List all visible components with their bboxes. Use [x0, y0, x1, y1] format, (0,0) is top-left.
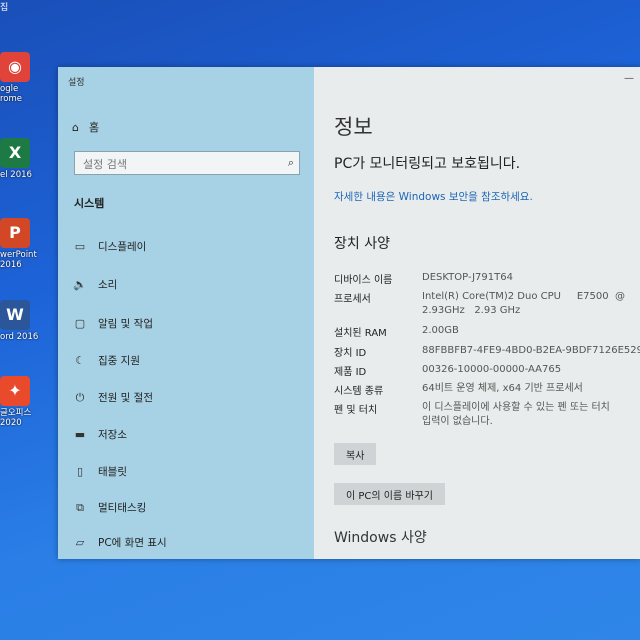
- home-icon: ⌂: [72, 120, 79, 134]
- device-spec-heading: 장치 사양: [334, 236, 390, 252]
- spec-value: 이 디스플레이에 사용할 수 있는 펜 또는 터치 입력이 없습니다.: [422, 402, 610, 427]
- rename-pc-button[interactable]: 이 PC의 이름 바꾸기: [334, 483, 445, 505]
- spec-value: 88FBBFB7-4FE9-4BD0-B2EA-9BDF7126E529: [422, 345, 640, 356]
- desktop-shortcut-label: ord 2016: [0, 332, 39, 342]
- section-label: 시스템: [74, 197, 105, 210]
- speaker-icon: 🔈: [73, 278, 87, 291]
- chrome-icon: ◉: [0, 52, 30, 82]
- office-icon: ✦: [0, 376, 30, 406]
- protection-status: PC가 모니터링되고 보호됩니다.: [334, 156, 521, 172]
- powerpoint-icon: P: [0, 218, 30, 248]
- nav-item-label: PC에 화면 표시: [98, 537, 167, 549]
- nav-item-label: 집중 지원: [98, 355, 140, 367]
- windows-security-link[interactable]: 자세한 내용은 Windows 보안을 참조하세요.: [334, 189, 533, 204]
- desktop-shortcut[interactable]: PwerPoint 2016: [0, 218, 44, 270]
- spec-key: 프로세서: [334, 294, 371, 305]
- excel-icon: X: [0, 138, 30, 168]
- spec-key: 제품 ID: [334, 367, 367, 378]
- spec-key: 디바이스 이름: [334, 275, 393, 286]
- home-label: 홈: [88, 121, 100, 134]
- settings-sidebar: 설정 ⌂ 홈 ⌕ 시스템 ▭ 디스플레이 🔈 소리 ▢ 알림 및 작업 ☾ 집중 지원 ⏻ 전원 …: [58, 67, 314, 559]
- spec-value: 2.00GB: [422, 325, 459, 336]
- settings-window: 설정 ⌂ 홈 ⌕ 시스템 ▭ 디스플레이 🔈 소리 ▢ 알림 및 작업 ☾ 집중 지원 ⏻ 전원 …: [58, 67, 640, 559]
- search-input[interactable]: [81, 153, 275, 175]
- nav-item[interactable]: 🔈 소리: [72, 277, 117, 292]
- desktop-shortcut-label: werPoint 2016: [0, 250, 37, 270]
- desktop-shortcut[interactable]: ✦ 글오피스 2020: [0, 376, 44, 428]
- power-icon: ⏻: [75, 390, 85, 404]
- nav-item-label: 알림 및 작업: [98, 318, 153, 330]
- nav-item-label: 멀티태스킹: [98, 502, 147, 514]
- minimize-icon[interactable]: —: [624, 73, 634, 84]
- nav-item-label: 소리: [98, 279, 118, 291]
- page-title: 정보: [334, 115, 373, 139]
- tablet-icon: ▯: [76, 465, 84, 478]
- notification-icon: ▢: [74, 317, 86, 330]
- spec-key: 펜 및 터치: [334, 405, 378, 416]
- desktop-shortcut[interactable]: Xel 2016: [0, 138, 44, 180]
- spec-value: 00326-10000-00000-AA765: [422, 364, 562, 375]
- word-icon: W: [0, 300, 30, 330]
- about-panel: — 정보 PC가 모니터링되고 보호됩니다. 자세한 내용은 Windows 보…: [314, 67, 640, 559]
- search-icon[interactable]: ⌕: [288, 156, 294, 170]
- desktop-shortcut-label: 글오피스 2020: [0, 408, 32, 428]
- nav-item-label: 저장소: [98, 429, 127, 441]
- desktop-shortcut-label: el 2016: [0, 170, 32, 180]
- nav-item-label: 디스플레이: [98, 241, 147, 253]
- nav-item[interactable]: ▬ 저장소: [72, 427, 127, 442]
- nav-item[interactable]: ⏻ 전원 및 절전: [72, 390, 153, 405]
- display-icon: ▭: [74, 240, 86, 253]
- nav-item[interactable]: ▯ 태블릿: [72, 464, 127, 479]
- nav-item[interactable]: ⧉ 멀티태스킹: [72, 500, 146, 515]
- spec-value: DESKTOP-J791T64: [422, 272, 513, 283]
- spec-value: 64비트 운영 체제, x64 기반 프로세서: [422, 383, 583, 394]
- moon-icon: ☾: [75, 354, 85, 367]
- spec-key: 장치 ID: [334, 348, 367, 359]
- nav-item[interactable]: ▭ 디스플레이: [72, 239, 147, 254]
- desktop-shortcut[interactable]: ◉ ogle rome: [0, 52, 44, 104]
- desktop-label: 집: [0, 3, 9, 13]
- spec-value: Intel(R) Core(TM)2 Duo CPU E7500 @ 2.93G…: [422, 291, 625, 316]
- app-title: 설정: [68, 78, 85, 88]
- multitask-icon: ⧉: [76, 500, 84, 514]
- copy-button[interactable]: 복사: [334, 443, 377, 465]
- desktop-shortcut[interactable]: Word 2016: [0, 300, 44, 342]
- search-box[interactable]: ⌕: [74, 151, 300, 175]
- desktop-shortcut-label: ogle rome: [0, 84, 23, 104]
- nav-item-label: 태블릿: [98, 466, 127, 478]
- nav-item-label: 전원 및 절전: [98, 392, 153, 404]
- storage-icon: ▬: [74, 428, 86, 441]
- nav-item[interactable]: ☾ 집중 지원: [72, 353, 140, 368]
- spec-key: 시스템 종류: [334, 386, 384, 397]
- home-nav-item[interactable]: ⌂ 홈: [72, 119, 99, 135]
- nav-item[interactable]: ▢ 알림 및 작업: [72, 316, 153, 331]
- project-icon: ▱: [75, 536, 85, 549]
- spec-key: 설치된 RAM: [334, 328, 387, 339]
- nav-item[interactable]: ▱ PC에 화면 표시: [72, 535, 167, 550]
- windows-spec-heading: Windows 사양: [334, 530, 427, 546]
